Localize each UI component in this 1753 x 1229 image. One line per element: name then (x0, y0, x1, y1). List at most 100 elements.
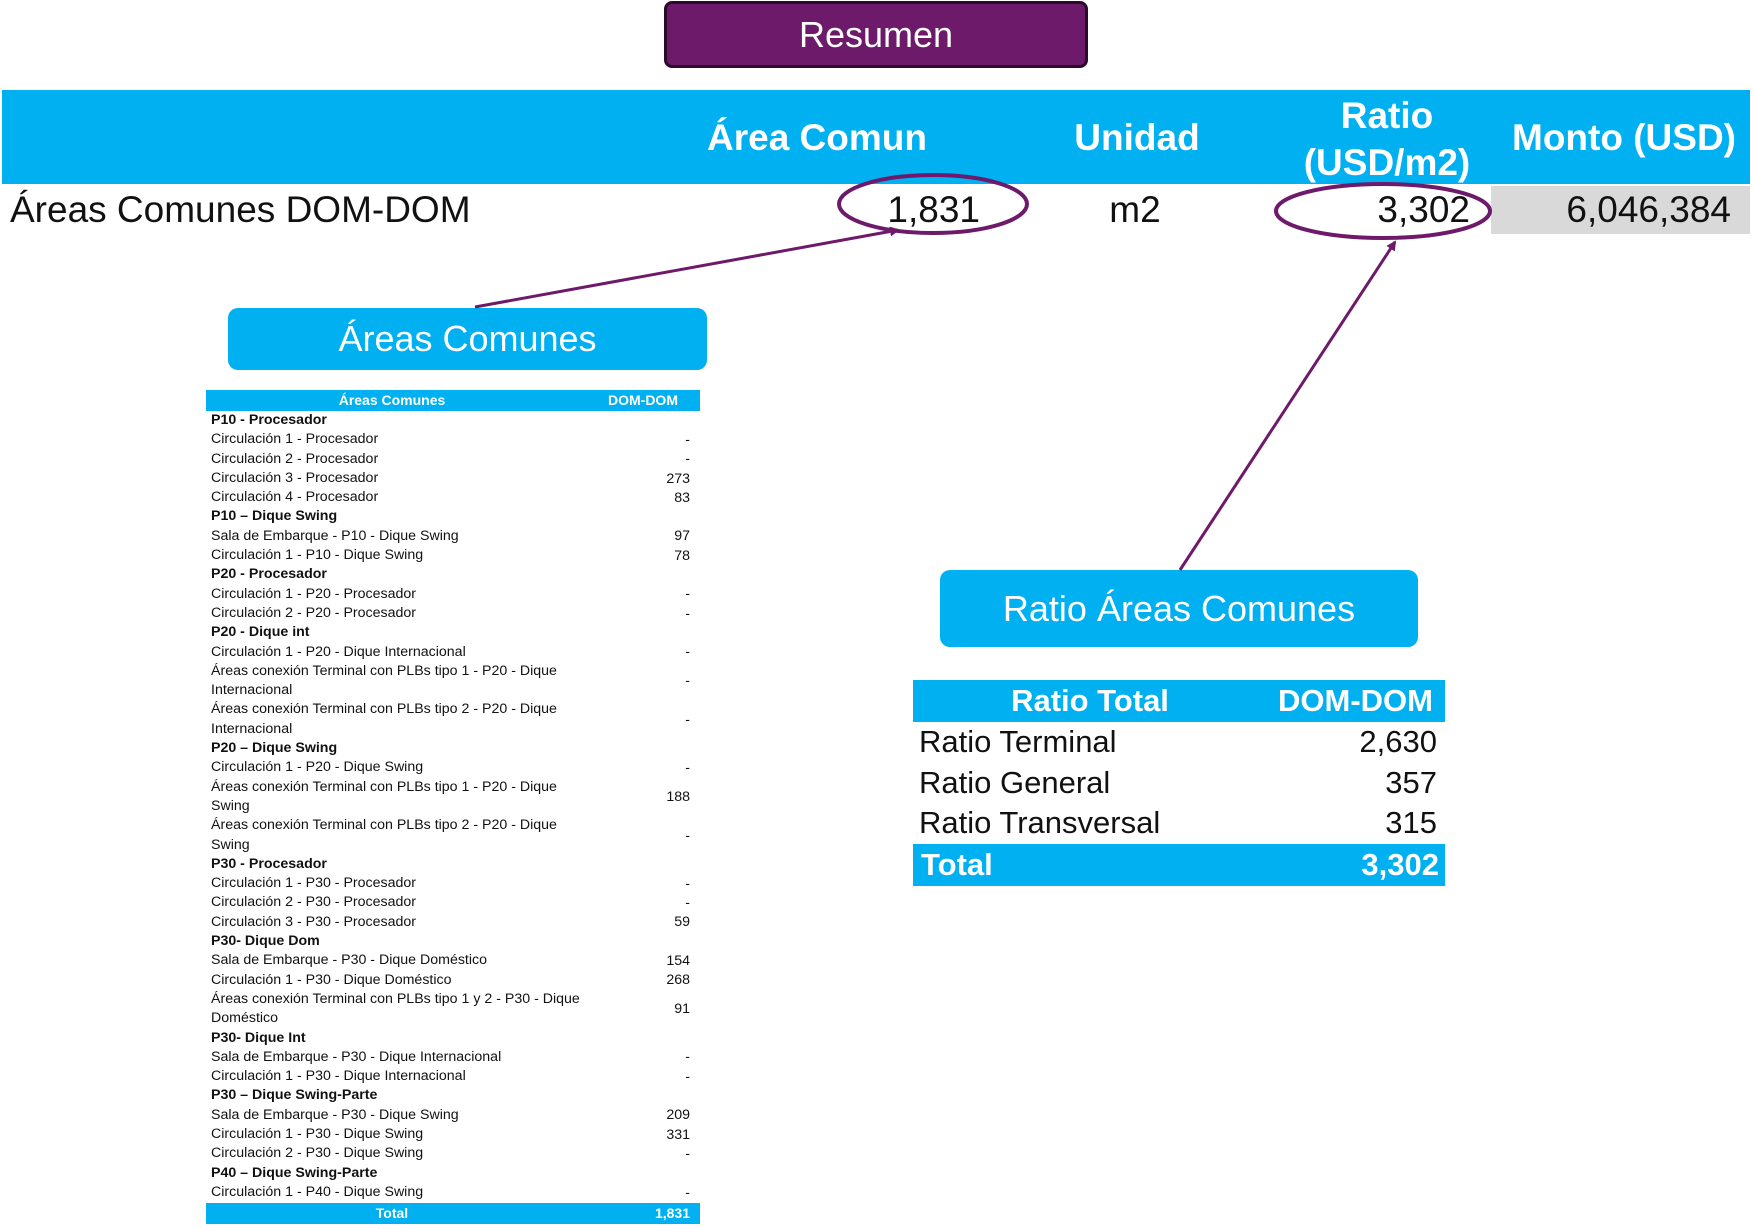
row-label: P10 – Dique Swing (211, 508, 338, 525)
header-monto: Monto (USD) (1512, 117, 1736, 158)
row-value: 59 (674, 914, 690, 931)
row-value: - (685, 711, 690, 728)
row-label: Circulación 1 - P30 - Dique Swing (211, 1125, 424, 1142)
row-value (610, 623, 690, 642)
row-value: - (685, 644, 690, 661)
table-row: Circulación 1 - P20 - Procesador - (206, 585, 700, 604)
summary-monto-value: 6,046,384 (1566, 189, 1731, 230)
areas-table-body: P10 - Procesador Circulación 1 - Procesad… (206, 411, 700, 1202)
row-value: - (685, 1049, 690, 1066)
table-row: Circulación 1 - P30 - Procesador - (206, 874, 700, 893)
table-row: Circulación 3 - Procesador 273 (206, 469, 700, 488)
row-label: Áreas conexión Terminal con PLBs tipo 1 … (211, 990, 580, 1027)
row-label: Circulación 3 - P30 - Procesador (211, 913, 417, 930)
areas-comunes-label: Áreas Comunes (228, 308, 707, 370)
section-row: P10 - Procesador (206, 411, 700, 430)
row-label: Áreas conexión Terminal con PLBs tipo 2 … (211, 817, 557, 853)
row-value (610, 932, 690, 951)
table-row: Circulación 2 - P30 - Dique Swing - (206, 1144, 700, 1163)
ratio-row: Ratio General 357 (913, 763, 1445, 804)
row-value: 188 (666, 788, 690, 805)
row-value: 97 (674, 528, 690, 545)
ratio-areas-label: Ratio Áreas Comunes (940, 570, 1418, 647)
areas-table-header: Áreas Comunes DOM-DOM (206, 390, 700, 411)
row-value: 273 (666, 470, 690, 487)
row-label: Circulación 1 - P40 - Dique Swing (211, 1183, 424, 1200)
row-value: 209 (666, 1107, 690, 1124)
section-row: P40 – Dique Swing-Parte (206, 1164, 700, 1183)
row-label: Circulación 4 - Procesador (211, 489, 379, 506)
table-row: Circulación 2 - P30 - Procesador - (206, 893, 700, 912)
table-row: Áreas conexión Terminal con PLBs tipo 1 … (206, 778, 700, 817)
row-label: Circulación 2 - Procesador (211, 450, 379, 467)
summary-row-label: Áreas Comunes DOM-DOM (10, 189, 471, 230)
ratio-row: Ratio Terminal 2,630 (913, 722, 1445, 763)
ratio-row-value: 315 (1385, 805, 1437, 840)
row-label: P30 – Dique Swing-Parte (211, 1087, 378, 1104)
row-value: - (685, 895, 690, 912)
ratio-table-header: Ratio Total DOM-DOM (913, 680, 1445, 722)
table-row: Circulación 4 - Procesador 83 (206, 488, 700, 507)
table-row: Circulación 1 - Procesador - (206, 430, 700, 449)
row-label: Circulación 1 - P30 - Dique Doméstico (211, 971, 452, 988)
row-value (610, 507, 690, 526)
row-value (610, 855, 690, 874)
row-label: P10 - Procesador (211, 412, 327, 428)
row-label: Sala de Embarque - P30 - Dique Swing (211, 1106, 459, 1123)
section-row: P30- Dique Dom (206, 932, 700, 951)
row-value: - (685, 586, 690, 603)
areas-comunes-table: Áreas Comunes DOM-DOM P10 - Procesador Ci… (206, 390, 700, 1225)
row-value (610, 1164, 690, 1183)
row-value (610, 411, 690, 430)
header-ratio-line1: Ratio (1340, 95, 1434, 136)
area-arrow (474, 226, 900, 309)
areas-total-label: Total (375, 1205, 409, 1222)
row-value: - (685, 1184, 690, 1201)
areas-table-total: Total 1,831 (206, 1203, 700, 1225)
row-label: Sala de Embarque - P30 - Dique Doméstico (211, 952, 488, 969)
row-label: P30- Dique Int (211, 1029, 306, 1046)
table-row: Circulación 2 - P20 - Procesador - (206, 604, 700, 623)
summary-header: Área Comun Unidad Ratio (USD/m2) Monto (… (2, 90, 1750, 184)
header-ratio-line2: (USD/m2) (1303, 142, 1471, 183)
header-area: Área Comun (707, 117, 927, 158)
row-label: Circulación 2 - P20 - Procesador (211, 604, 417, 621)
table-row: Circulación 1 - P40 - Dique Swing - (206, 1183, 700, 1202)
ratio-table-total: Total 3,302 (913, 843, 1445, 886)
section-row: P20 - Procesador (206, 565, 700, 584)
row-value: 268 (666, 972, 690, 989)
page-title: Resumen (664, 1, 1088, 68)
areas-total-value: 1,831 (654, 1205, 690, 1222)
row-value: - (685, 759, 690, 776)
section-row: P10 – Dique Swing (206, 507, 700, 526)
ratio-total-value: 3,302 (1361, 846, 1439, 882)
row-value: 78 (674, 547, 690, 564)
ratio-row-label: Ratio Terminal (919, 724, 1117, 759)
row-value: - (685, 1145, 690, 1162)
table-row: Circulación 2 - Procesador - (206, 450, 700, 469)
ratio-row-label: Ratio Transversal (919, 805, 1161, 840)
row-label: Circulación 1 - P20 - Procesador (211, 585, 417, 602)
row-value (610, 1029, 690, 1048)
row-label: P30 - Procesador (211, 855, 327, 872)
ratio-row-label: Ratio General (919, 764, 1111, 800)
table-row: Áreas conexión Terminal con PLBs tipo 1 … (206, 662, 700, 701)
areas-table-header-col2: DOM-DOM (608, 392, 678, 408)
summary-area-value: 1,831 (887, 189, 980, 230)
row-value (610, 739, 690, 758)
table-row: Áreas conexión Terminal con PLBs tipo 2 … (206, 700, 700, 739)
table-row: Áreas conexión Terminal con PLBs tipo 2 … (206, 816, 700, 855)
row-label: P20 - Procesador (211, 566, 327, 583)
row-label: Áreas conexión Terminal con PLBs tipo 1 … (211, 778, 557, 814)
row-value (610, 565, 690, 584)
row-label: P20 – Dique Swing (211, 740, 338, 757)
table-row: Circulación 1 - P30 - Dique Internaciona… (206, 1067, 700, 1086)
table-row: Áreas conexión Terminal con PLBs tipo 1 … (206, 990, 700, 1029)
section-row: P20 – Dique Swing (206, 739, 700, 758)
row-label: Circulación 1 - P20 - Dique Internaciona… (211, 643, 466, 660)
table-row: Sala de Embarque - P30 - Dique Doméstico… (206, 951, 700, 970)
row-label: Sala de Embarque - P30 - Dique Internaci… (211, 1048, 502, 1065)
table-row: Circulación 1 - P20 - Dique Internaciona… (206, 643, 700, 662)
ratio-row-value: 357 (1385, 764, 1437, 800)
row-value: - (685, 875, 690, 892)
